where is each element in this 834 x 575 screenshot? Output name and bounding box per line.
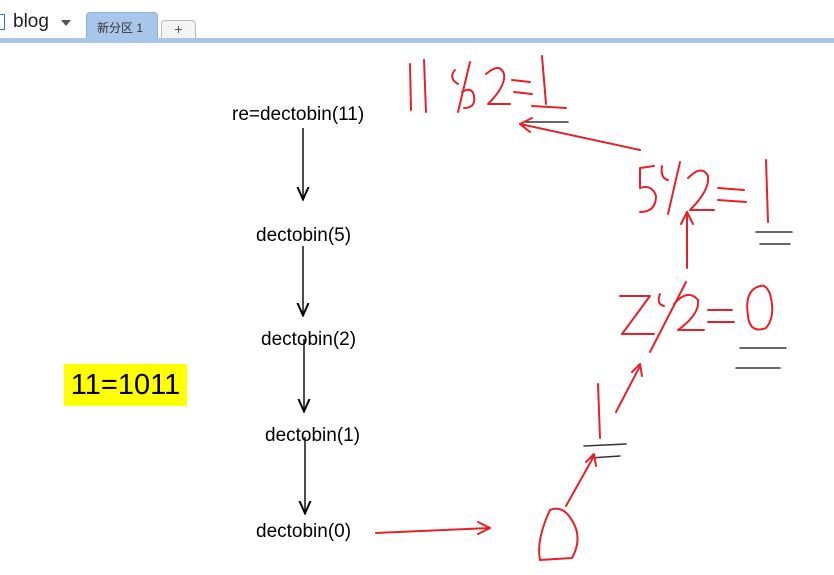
return-arrow: [615, 365, 641, 413]
handwriting-ink: [0, 55, 793, 561]
call-label: dectobin(1): [265, 425, 361, 446]
notebook-title[interactable]: blog: [13, 11, 49, 33]
call-label: dectobin(2): [261, 329, 357, 350]
result-highlight: 11=1011: [64, 364, 187, 406]
base-case-arrow: [375, 527, 491, 534]
chevron-down-icon[interactable]: [61, 20, 71, 26]
notebook-toolbar: blog 新分区 1 +: [0, 0, 834, 44]
return-arrow: [519, 123, 641, 151]
notebook-icon[interactable]: [0, 14, 5, 30]
page-canvas[interactable]: re=dectobin(11) dectobin(5) dectobin(2) …: [0, 43, 834, 575]
add-section-button[interactable]: +: [161, 20, 196, 39]
return-arrow: [565, 455, 595, 507]
handwritten-11-mod-2: [409, 55, 569, 123]
call-label: dectobin(0): [256, 521, 352, 542]
handwritten-1: [583, 383, 627, 459]
call-label: dectobin(5): [256, 225, 352, 246]
call-label: re=dectobin(11): [232, 104, 365, 125]
tab-label: 新分区 1: [97, 21, 144, 35]
handwritten-0: [538, 507, 579, 561]
handwritten-5-mod-2: [639, 159, 793, 245]
tab-section-1[interactable]: 新分区 1: [86, 12, 158, 39]
handwritten-2-mod-2: [619, 281, 787, 369]
